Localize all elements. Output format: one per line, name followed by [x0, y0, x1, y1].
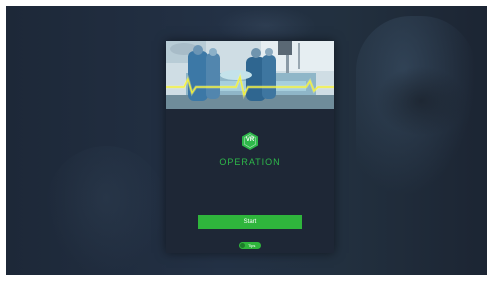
vr-logo: VR	[240, 131, 260, 151]
logo-text: VR	[245, 137, 255, 143]
app-title: OPERATION	[219, 157, 281, 167]
start-panel: VR OPERATION Start Tips	[166, 41, 334, 253]
hero-image	[166, 41, 334, 109]
toggle-knob	[240, 243, 245, 248]
background-figure-left	[46, 146, 166, 275]
background-light	[216, 6, 316, 46]
app-screen: VR OPERATION Start Tips	[6, 6, 487, 275]
tips-toggle[interactable]: Tips	[239, 242, 261, 249]
background-surgeon-face	[376, 66, 466, 136]
tips-label: Tips	[248, 243, 256, 248]
start-button[interactable]: Start	[198, 215, 302, 229]
operating-room-illustration	[166, 41, 334, 109]
